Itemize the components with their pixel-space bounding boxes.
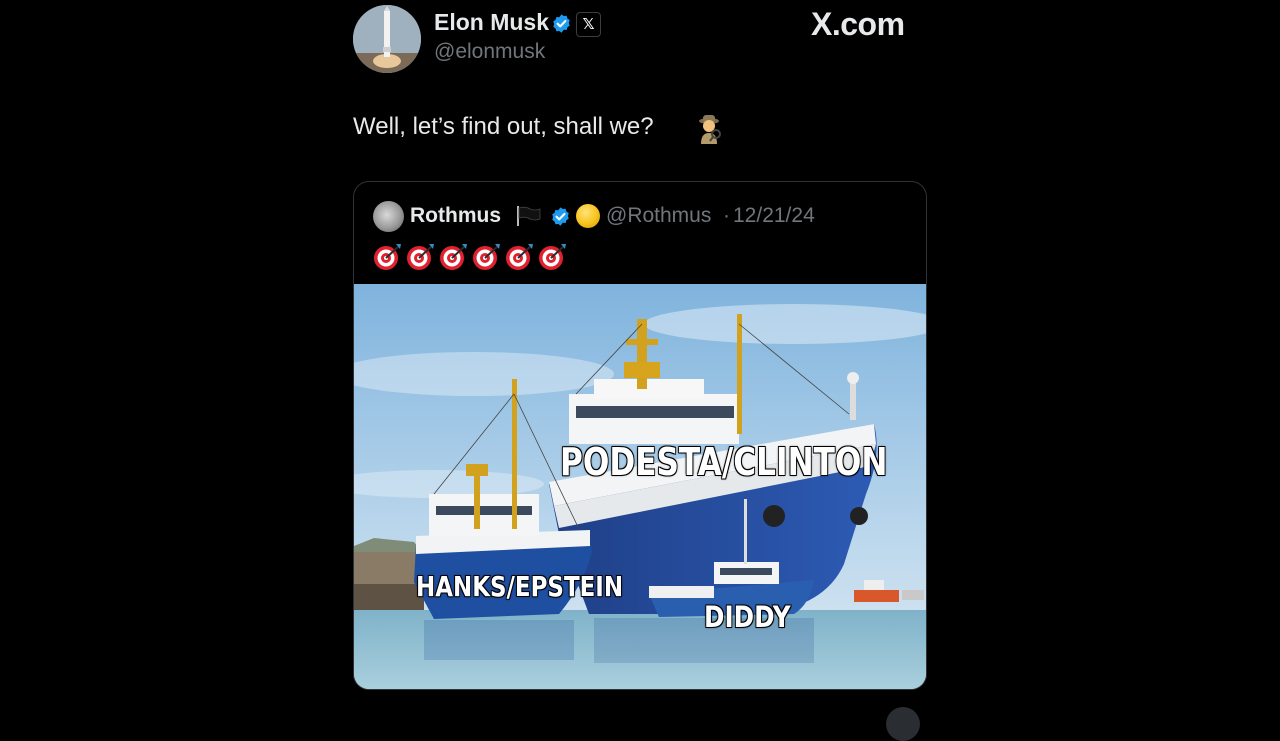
direct-hit-icon [506,244,533,270]
yellow-circle-icon [576,204,600,228]
meme-label-large-ship: PODESTA/CLINTON [559,439,888,484]
author-avatar[interactable] [353,5,421,73]
author-handle[interactable]: @elonmusk [434,40,545,64]
meme-label-small-boat: DIDDY [703,599,791,634]
scroll-hint-button[interactable] [886,707,920,741]
quoted-post-card[interactable]: Rothmus @Rothmus · 12/21/24 PODESTA/CLIN… [353,181,927,690]
site-watermark: X.com [811,6,905,42]
quoted-post-date[interactable]: 12/21/24 [733,204,815,228]
black-flag-icon [517,206,541,226]
detective-icon [699,115,721,144]
verified-badge-icon [553,14,570,33]
x-affiliation-badge: 𝕏 [576,12,601,37]
meme-label-medium-ship: HANKS/EPSTEIN [415,569,624,603]
author-display-name[interactable]: Elon Musk [434,9,549,36]
post-text: Well, let’s find out, shall we? [353,113,654,140]
direct-hit-icon [407,244,434,270]
quoted-verified-badge-icon [552,207,569,226]
dot-separator: · [723,204,730,227]
direct-hit-icon [473,244,500,270]
quoted-author-avatar[interactable] [373,201,404,232]
direct-hit-icon [374,244,401,270]
direct-hit-icon [539,244,566,270]
quoted-author-name[interactable]: Rothmus [410,204,501,228]
ships-meme-image[interactable] [354,284,926,689]
quoted-author-handle[interactable]: @Rothmus [606,204,711,228]
direct-hit-icon [440,244,467,270]
target-emoji-row [373,243,567,271]
